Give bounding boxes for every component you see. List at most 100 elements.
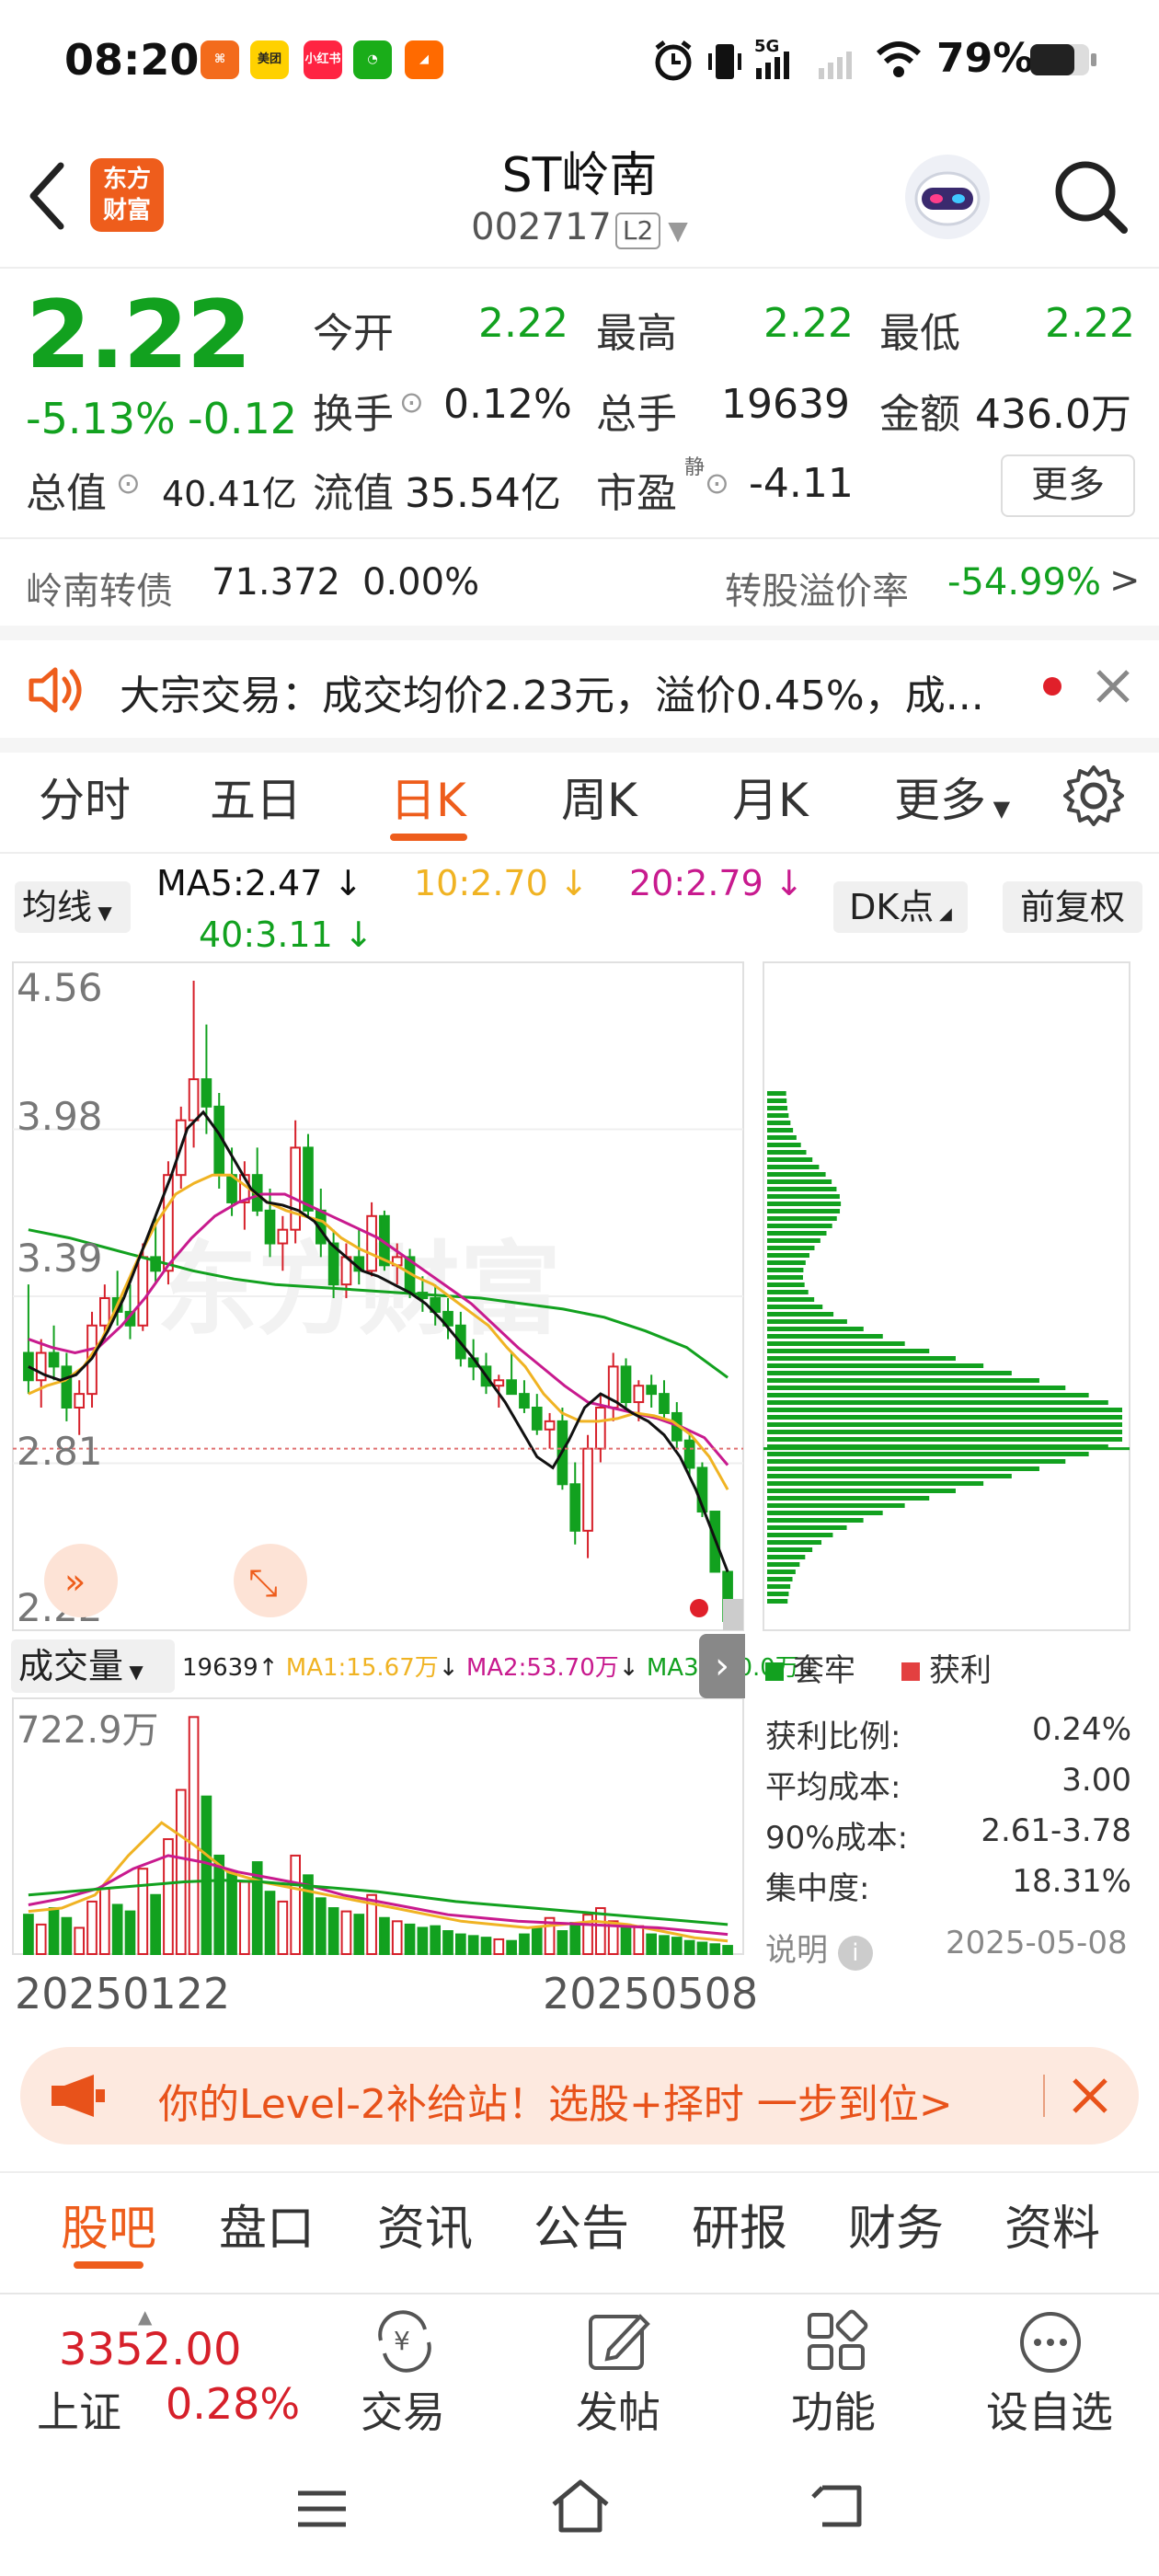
chip-bar (767, 1327, 864, 1331)
volume-bar (340, 1910, 352, 1955)
chip-bar (767, 1400, 1108, 1405)
tab-intraday[interactable]: 分时 (39, 764, 131, 830)
chip-bar (767, 1466, 1039, 1471)
open-label: 今开 (313, 310, 394, 357)
functions-grid-icon[interactable] (804, 2309, 868, 2374)
expand-panel-button[interactable]: › (699, 1634, 745, 1698)
level-badge: L2 (614, 213, 661, 249)
post-edit-icon[interactable] (585, 2307, 655, 2377)
candle-body (683, 1439, 695, 1469)
volume-bar (201, 1795, 212, 1955)
chip-bar (767, 1312, 834, 1317)
level2-promo-banner[interactable]: 你的Level-2补给站！选股+择时 一步到位> (20, 2047, 1139, 2145)
chip-stat-label: 平均成本: (765, 1769, 901, 1806)
index-name[interactable]: 上证 (37, 2379, 121, 2440)
tab-daily-k[interactable]: 日K (390, 764, 466, 830)
tab-weekly-k[interactable]: 周K (561, 764, 637, 830)
info-dots-icon[interactable]: ⊙ (399, 385, 424, 420)
turnover-label: 换手 (313, 391, 394, 438)
tab-profile[interactable]: 资料 (1004, 2190, 1100, 2259)
volume-bar (519, 1933, 530, 1956)
chip-bar (767, 1363, 984, 1368)
chip-bar (767, 1422, 1122, 1427)
more-quote-button[interactable]: 更多 (1001, 454, 1135, 517)
tab-announcements[interactable]: 公告 (534, 2190, 629, 2259)
status-icons: 5G (655, 37, 922, 81)
back-nav-icon[interactable] (809, 2478, 866, 2534)
price-axis-label: 2.81 (17, 1429, 103, 1474)
tab-order-book[interactable]: 盘口 (219, 2190, 315, 2259)
float-cap-value: 35.54亿 (405, 470, 561, 517)
tab-five-day[interactable]: 五日 (210, 764, 302, 830)
chip-bar (767, 1349, 930, 1353)
tab-news[interactable]: 资讯 (377, 2190, 473, 2259)
low-label: 最低 (879, 310, 960, 357)
chip-bar (767, 1216, 837, 1221)
info-dots-icon[interactable]: ⊙ (705, 466, 729, 500)
chip-bar (767, 1393, 1089, 1397)
volume-bar (404, 1923, 416, 1956)
chip-bar (767, 1408, 1122, 1412)
date-end: 20250508 (543, 1969, 759, 2018)
xiaohongshu-app-icon: 小红书 (304, 40, 342, 79)
bond-change: 0.00% (362, 561, 480, 604)
chevron-right-icon[interactable]: > (1109, 559, 1141, 602)
close-icon[interactable] (1095, 668, 1131, 705)
fullscreen-icon: ⤡ (248, 1562, 278, 1604)
amount-value: 436.0万 (975, 391, 1131, 438)
volume-bar (48, 1907, 60, 1955)
menu-icon[interactable] (294, 2486, 350, 2532)
tab-guba[interactable]: 股吧 (61, 2190, 156, 2259)
trade-icon[interactable]: ¥ (368, 2309, 442, 2374)
volume-bar (671, 1937, 683, 1955)
change-percent: -5.13% (26, 394, 176, 443)
tab-finance[interactable]: 财务 (848, 2190, 944, 2259)
tab-research[interactable]: 研报 (692, 2190, 787, 2259)
tab-more[interactable]: 更多 ▼ (894, 764, 1010, 830)
bond-name[interactable]: 岭南转债 (26, 561, 173, 615)
info-dots-icon[interactable]: ⊙ (116, 466, 141, 500)
legend-profit: 获利 (901, 1645, 992, 1690)
volume-bar (35, 1923, 47, 1956)
premium-label[interactable]: 转股溢价率 (725, 561, 909, 615)
signal-5g-icon: 5G (754, 37, 789, 79)
trade-label[interactable]: 交易 (361, 2379, 445, 2440)
stock-header: 东方 财富 ST岭南 002717 L2 ▼ (0, 120, 1159, 269)
index-value[interactable]: 3352.00 (59, 2324, 242, 2375)
tab-monthly-k[interactable]: 月K (732, 764, 809, 830)
chip-bar (767, 1157, 813, 1162)
divider (0, 2171, 1159, 2173)
chip-bar (767, 1194, 840, 1199)
candle-body (659, 1393, 670, 1414)
volume-max-label: 722.9万 (17, 1709, 159, 1752)
chip-bar (767, 1253, 809, 1258)
home-icon[interactable] (548, 2477, 613, 2536)
premium-value: -54.99% (947, 561, 1101, 604)
volume-bar (264, 1891, 276, 1956)
market-cap-label: 总值 (26, 470, 107, 517)
volume-bar (74, 1926, 86, 1956)
chip-bar (767, 1386, 1066, 1390)
watchlist-label[interactable]: 设自选 (986, 2379, 1113, 2440)
volume-bar (722, 1945, 733, 1956)
close-icon[interactable] (1071, 2076, 1109, 2115)
candle-body (48, 1351, 60, 1368)
index-change: 0.28% (166, 2379, 301, 2429)
chip-stat-label: 90%成本: (765, 1820, 909, 1857)
settings-gear-icon[interactable] (1061, 764, 1126, 828)
functions-label[interactable]: 功能 (791, 2379, 876, 2440)
candle-body (366, 1214, 377, 1272)
chip-bar (767, 1415, 1122, 1420)
chip-bar (767, 1113, 789, 1118)
block-trade-notice[interactable]: 大宗交易：成交均价2.23元，溢价0.45%，成... (0, 640, 1159, 738)
indicator-selector[interactable]: 成交量 ▼ (11, 1639, 175, 1693)
watchlist-icon[interactable] (1017, 2309, 1084, 2375)
chip-bar (767, 1334, 883, 1339)
volume-bar (239, 1880, 250, 1955)
chip-bar (767, 1106, 788, 1110)
post-label[interactable]: 发帖 (576, 2379, 660, 2440)
robot-assistant-icon[interactable] (901, 151, 993, 243)
volume-bar (391, 1920, 403, 1956)
search-icon[interactable] (1052, 158, 1130, 236)
chip-note[interactable]: 说明 i (765, 1925, 873, 1971)
